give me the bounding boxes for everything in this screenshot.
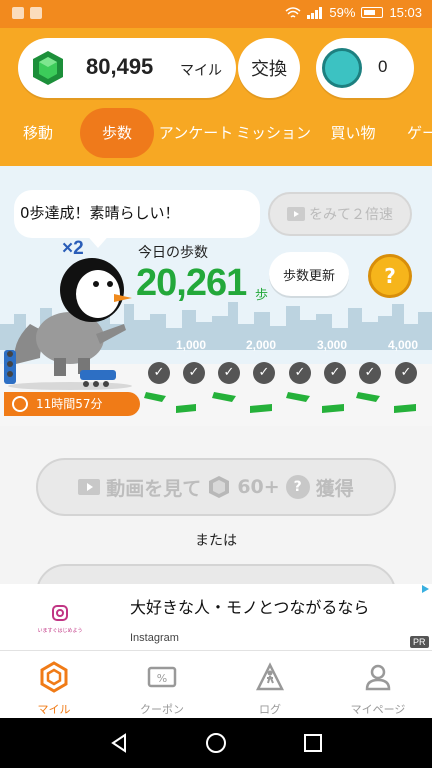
check-icon: ✓: [148, 362, 170, 384]
tab-move[interactable]: 移動: [6, 108, 70, 158]
reward-amount: 60+: [237, 476, 280, 498]
nav-mile-label: マイル: [37, 703, 71, 716]
ad-banner[interactable]: いますぐはじめよう 大好きな人・モノとつながるなら Instagram PR: [0, 584, 432, 650]
svg-text:%: %: [157, 672, 167, 685]
steps-unit: 歩: [255, 288, 269, 303]
today-steps-value: 20,261: [136, 262, 247, 304]
video-double-speed-button[interactable]: をみて２倍速: [268, 192, 412, 236]
category-tabs: 移動 歩数 アンケート ミッション 買い物 ゲー: [0, 108, 432, 160]
check-icon: ✓: [183, 362, 205, 384]
battery-icon: [361, 7, 384, 18]
watch-video-reward-button[interactable]: 動画を見て 60+ ? 獲得: [36, 458, 396, 516]
milestone-label: 2,000: [246, 338, 277, 352]
boost-timer: 11時間57分: [4, 392, 140, 416]
check-icon: ✓: [324, 362, 346, 384]
milestone-checks: ✓ ✓ ✓ ✓ ✓ ✓ ✓ ✓: [0, 362, 432, 386]
nav-coupon-label: クーポン: [140, 703, 184, 716]
timer-text: 11時間57分: [36, 397, 103, 411]
walking-icon: [255, 662, 285, 691]
person-icon: [365, 664, 391, 691]
back-icon[interactable]: [108, 732, 130, 754]
nav-log[interactable]: ログ: [216, 651, 324, 719]
pr-badge: PR: [410, 636, 429, 648]
milestone-labels: 1,000 2,000 3,000 4,000: [0, 338, 432, 362]
gem-icon: [33, 51, 63, 85]
tab-game[interactable]: ゲー: [402, 108, 432, 158]
milestone-label: 1,000: [176, 338, 207, 352]
question-icon: ?: [285, 475, 310, 499]
today-steps-label: 今日の歩数: [138, 245, 208, 261]
tab-mission[interactable]: ミッション: [236, 108, 311, 158]
update-steps-button[interactable]: 歩数更新: [269, 252, 349, 296]
cube-icon: [209, 476, 230, 498]
tab-steps[interactable]: 歩数: [80, 108, 154, 158]
recents-icon[interactable]: [302, 732, 324, 754]
help-button[interactable]: ?: [368, 254, 412, 298]
nav-log-label: ログ: [259, 703, 281, 716]
home-icon[interactable]: [205, 732, 227, 754]
check-icon: ✓: [395, 362, 417, 384]
nav-mile[interactable]: マイル: [0, 651, 108, 719]
speech-bubble: 0歩達成！素晴らしい！: [14, 190, 260, 238]
milestone-label: 4,000: [388, 338, 419, 352]
watch-text-a: 動画を見て: [106, 477, 202, 500]
wifi-icon: [285, 6, 301, 18]
milestone-label: 3,000: [317, 338, 348, 352]
hexagon-icon: [40, 661, 68, 693]
speech-bubble-tail: [84, 232, 112, 248]
nav-mypage[interactable]: マイページ: [324, 651, 432, 719]
coin-icon: [322, 48, 362, 88]
check-icon: ✓: [359, 362, 381, 384]
watch-text-b: 獲得: [315, 477, 354, 500]
coin-balance[interactable]: 0: [316, 38, 414, 98]
notification-icon: [30, 7, 42, 19]
signal-icon: [307, 6, 323, 19]
check-icon: ✓: [218, 362, 240, 384]
tab-shopping[interactable]: 買い物: [322, 108, 384, 158]
notification-icon: [12, 7, 24, 19]
video-icon: [78, 479, 101, 495]
instagram-logo-icon: いますぐはじめよう: [37, 605, 83, 634]
stopwatch-icon: [12, 396, 28, 412]
ad-title: 大好きな人・モノとつながるなら: [130, 598, 370, 617]
nav-coupon[interactable]: % クーポン: [108, 651, 216, 719]
check-icon: ✓: [253, 362, 275, 384]
clock: 15:03: [389, 5, 422, 20]
nav-mypage-label: マイページ: [350, 703, 406, 716]
system-navigation-bar: [0, 718, 432, 768]
video-icon: [287, 207, 305, 221]
or-divider-text: または: [195, 533, 237, 549]
coupon-icon: %: [147, 666, 177, 688]
ad-info-icon[interactable]: [420, 584, 430, 594]
video-button-label: をみて２倍速: [309, 207, 393, 223]
status-right: 59% 15:03: [285, 5, 422, 20]
mile-balance[interactable]: 80,495 マイル: [18, 38, 236, 98]
notification-icons: [12, 7, 42, 19]
header: 80,495 マイル 交換 0 移動 歩数 アンケート ミッション 買い物 ゲー: [0, 28, 432, 166]
mile-unit: マイル: [180, 63, 222, 79]
status-bar: 59% 15:03: [0, 0, 432, 28]
bottom-navigation: マイル % クーポン ログ マイページ: [0, 650, 432, 718]
coin-value: 0: [378, 57, 388, 76]
tab-survey[interactable]: アンケート: [158, 108, 234, 158]
walking-scene: 0歩達成！素晴らしい！ をみて２倍速 ×2 今日の歩数 20,261 歩 歩数更…: [0, 166, 432, 426]
ad-logo-caption: いますぐはじめよう: [37, 628, 82, 634]
ad-advertiser: Instagram: [130, 632, 179, 644]
exchange-button[interactable]: 交換: [238, 38, 300, 98]
mile-value: 80,495: [86, 54, 154, 79]
check-icon: ✓: [289, 362, 311, 384]
battery-percent: 59%: [329, 5, 356, 20]
